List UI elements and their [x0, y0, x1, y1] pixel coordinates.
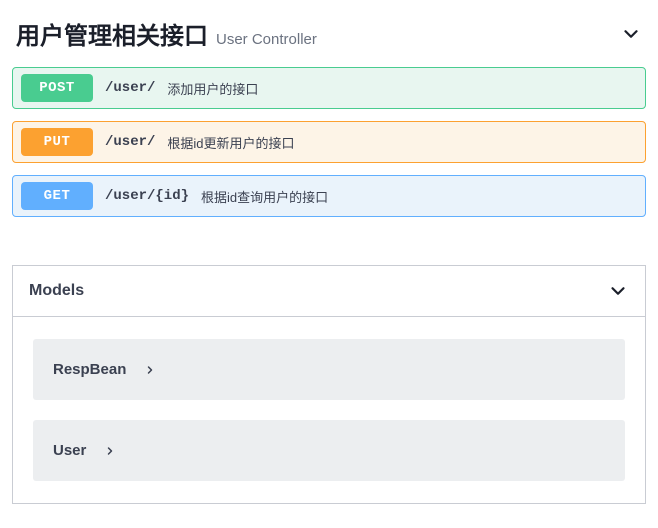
chevron-down-icon — [620, 23, 642, 45]
controller-subtitle: User Controller — [216, 31, 317, 48]
operation-summary: 根据id查询用户的接口 — [201, 187, 328, 206]
operations-list: POST /user/ 添加用户的接口 PUT /user/ 根据id更新用户的… — [12, 67, 646, 217]
operation-row-put-user[interactable]: PUT /user/ 根据id更新用户的接口 — [12, 121, 646, 163]
model-row-respbean[interactable]: RespBean — [33, 339, 625, 400]
models-section-header[interactable]: Models — [13, 266, 645, 317]
operation-summary: 添加用户的接口 — [167, 79, 258, 98]
chevron-down-icon — [607, 280, 629, 302]
operation-path: /user/ — [105, 134, 155, 150]
operation-row-get-user-by-id[interactable]: GET /user/{id} 根据id查询用户的接口 — [12, 175, 646, 217]
http-method-badge: PUT — [21, 128, 93, 156]
models-body: RespBean User — [13, 317, 645, 503]
models-section: Models RespBean User — [12, 265, 646, 504]
operation-path: /user/ — [105, 80, 155, 96]
controller-title: 用户管理相关接口 — [16, 16, 208, 51]
operation-summary: 根据id更新用户的接口 — [167, 133, 294, 152]
model-row-user[interactable]: User — [33, 420, 625, 481]
chevron-right-icon — [144, 364, 156, 376]
controller-section-header[interactable]: 用户管理相关接口 User Controller — [12, 0, 646, 67]
http-method-badge: GET — [21, 182, 93, 210]
model-name: User — [53, 442, 86, 459]
operation-path: /user/{id} — [105, 188, 189, 204]
http-method-badge: POST — [21, 74, 93, 102]
model-name: RespBean — [53, 361, 126, 378]
controller-title-wrap: 用户管理相关接口 User Controller — [16, 16, 317, 51]
operation-row-post-user[interactable]: POST /user/ 添加用户的接口 — [12, 67, 646, 109]
models-title: Models — [29, 282, 84, 300]
chevron-right-icon — [104, 445, 116, 457]
